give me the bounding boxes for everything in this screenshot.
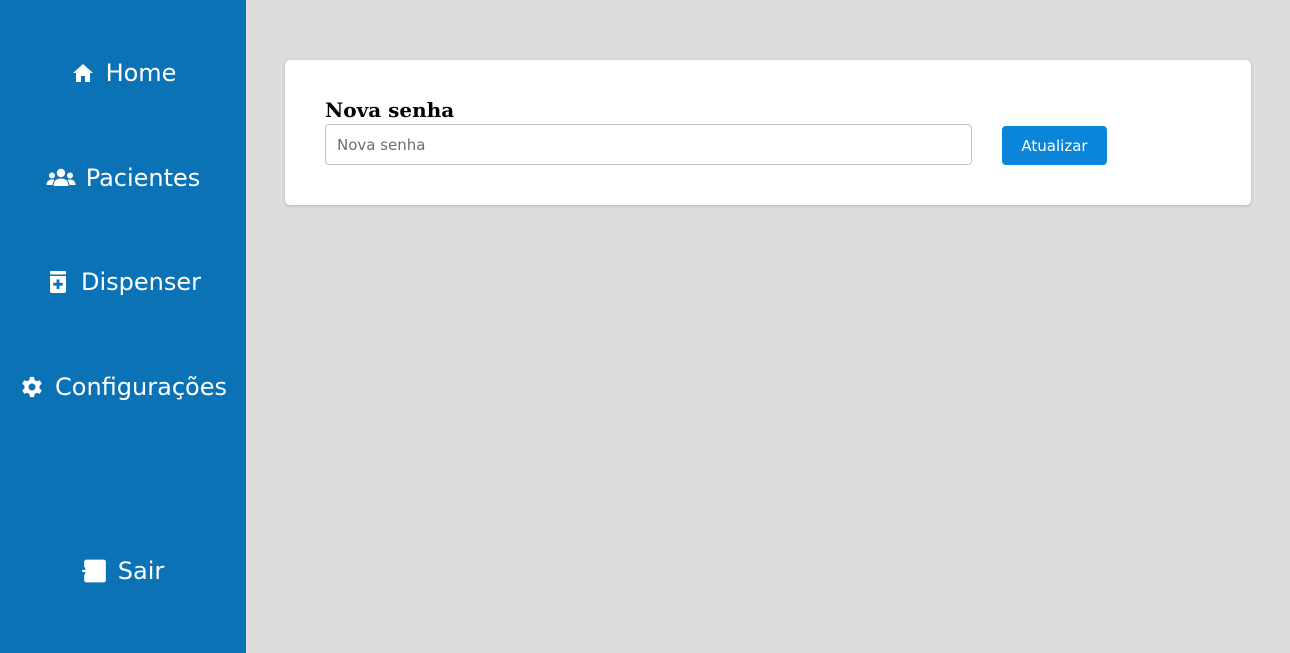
logout-icon — [81, 558, 108, 584]
sidebar-item-configuracoes[interactable]: Configurações — [0, 367, 246, 407]
password-form-title: Nova senha — [325, 98, 455, 122]
sidebar-item-label: Home — [105, 59, 177, 87]
sidebar-item-home[interactable]: Home — [0, 53, 246, 93]
sidebar-item-label: Pacientes — [85, 164, 201, 192]
users-icon — [46, 165, 76, 191]
medicine-bottle-icon — [45, 269, 71, 295]
app: Home Pacientes Dispenser Configurações S… — [0, 0, 1290, 653]
sidebar-item-dispenser[interactable]: Dispenser — [0, 262, 246, 302]
home-icon — [70, 60, 96, 86]
sidebar-item-pacientes[interactable]: Pacientes — [0, 158, 246, 198]
sidebar-item-sair[interactable]: Sair — [0, 551, 246, 591]
main-content: Nova senha Atualizar — [246, 0, 1290, 653]
sidebar: Home Pacientes Dispenser Configurações S… — [0, 0, 246, 653]
sidebar-item-label: Configurações — [55, 373, 227, 401]
update-button[interactable]: Atualizar — [1002, 126, 1107, 165]
sidebar-item-label: Dispenser — [81, 268, 201, 296]
sidebar-item-label: Sair — [117, 557, 165, 585]
new-password-input[interactable] — [325, 124, 972, 165]
gear-icon — [19, 374, 45, 400]
password-card: Nova senha Atualizar — [285, 60, 1251, 205]
